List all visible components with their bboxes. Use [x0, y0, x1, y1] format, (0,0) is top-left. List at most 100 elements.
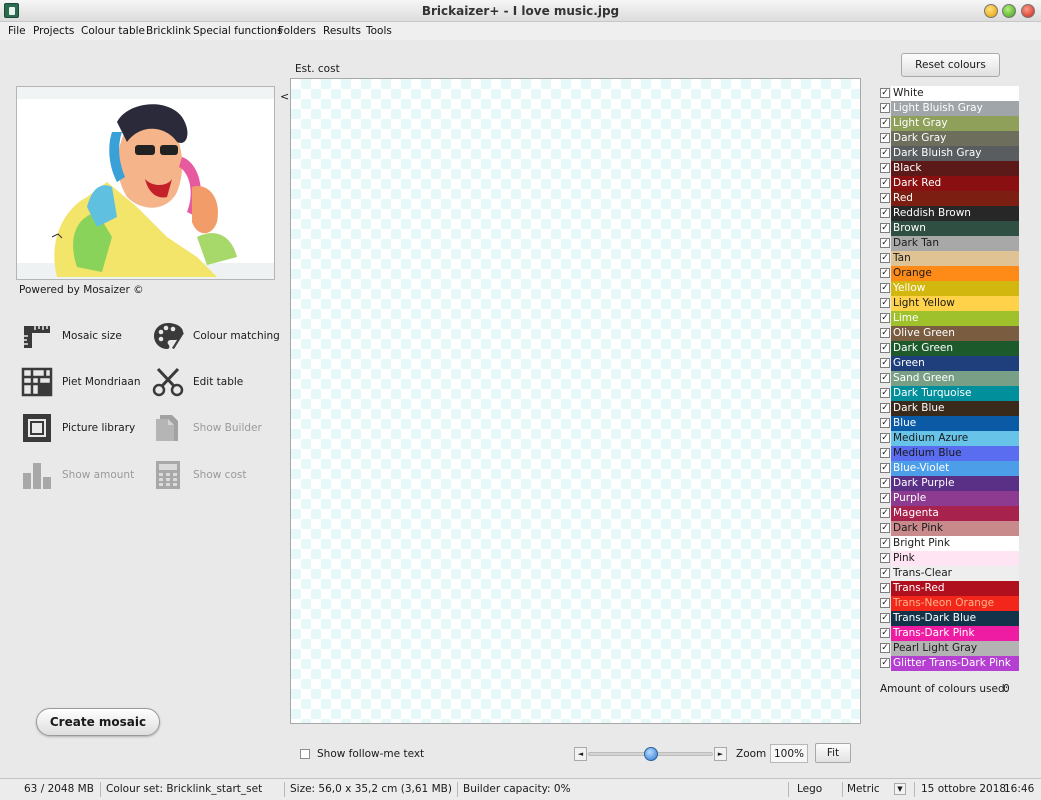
colour-swatch-label[interactable]: Green: [891, 356, 1019, 371]
zoom-slider[interactable]: ◄ ►: [574, 747, 727, 761]
colour-swatch-label[interactable]: Pearl Light Gray: [891, 641, 1019, 656]
colour-checkbox[interactable]: ✓: [880, 403, 890, 413]
colour-checkbox[interactable]: ✓: [880, 313, 890, 323]
colour-checkbox[interactable]: ✓: [880, 193, 890, 203]
colour-checkbox[interactable]: ✓: [880, 568, 890, 578]
colour-checkbox[interactable]: ✓: [880, 223, 890, 233]
colour-row[interactable]: ✓ Pink: [878, 551, 1019, 566]
colour-row[interactable]: ✓ Dark Bluish Gray: [878, 146, 1019, 161]
colour-row[interactable]: ✓ Dark Turquoise: [878, 386, 1019, 401]
menu-file[interactable]: File: [8, 25, 26, 37]
colour-swatch-label[interactable]: Trans-Dark Blue: [891, 611, 1019, 626]
colour-swatch-label[interactable]: Dark Turquoise: [891, 386, 1019, 401]
colour-checkbox[interactable]: ✓: [880, 448, 890, 458]
colour-checkbox[interactable]: ✓: [880, 388, 890, 398]
colour-checkbox[interactable]: ✓: [880, 553, 890, 563]
colour-swatch-label[interactable]: Pink: [891, 551, 1019, 566]
colour-swatch-label[interactable]: Light Gray: [891, 116, 1019, 131]
colour-checkbox[interactable]: ✓: [880, 598, 890, 608]
follow-me-checkbox[interactable]: [300, 749, 310, 759]
colour-swatch-label[interactable]: Dark Gray: [891, 131, 1019, 146]
create-mosaic-button[interactable]: Create mosaic: [36, 708, 160, 736]
colour-row[interactable]: ✓ White: [878, 86, 1019, 101]
colour-checkbox[interactable]: ✓: [880, 658, 890, 668]
colour-matching-button[interactable]: Colour matching: [152, 320, 280, 352]
colour-row[interactable]: ✓ Dark Purple: [878, 476, 1019, 491]
collapse-panel-button[interactable]: <: [280, 90, 289, 103]
colour-row[interactable]: ✓ Light Gray: [878, 116, 1019, 131]
colour-swatch-label[interactable]: Lime: [891, 311, 1019, 326]
minimize-button[interactable]: [984, 4, 998, 18]
colour-row[interactable]: ✓ Magenta: [878, 506, 1019, 521]
colour-checkbox[interactable]: ✓: [880, 178, 890, 188]
colour-row[interactable]: ✓ Trans-Neon Orange: [878, 596, 1019, 611]
colour-checkbox[interactable]: ✓: [880, 373, 890, 383]
units-select[interactable]: Metric: [847, 783, 880, 795]
colour-swatch-label[interactable]: Trans-Neon Orange: [891, 596, 1019, 611]
show-builder-button[interactable]: Show Builder: [152, 412, 262, 444]
colour-swatch-label[interactable]: White: [891, 86, 1019, 101]
colour-checkbox[interactable]: ✓: [880, 208, 890, 218]
colour-row[interactable]: ✓ Olive Green: [878, 326, 1019, 341]
colour-checkbox[interactable]: ✓: [880, 163, 890, 173]
colour-swatch-label[interactable]: Light Yellow: [891, 296, 1019, 311]
units-dropdown-arrow[interactable]: ▼: [894, 783, 906, 795]
colour-swatch-label[interactable]: Tan: [891, 251, 1019, 266]
mosaic-canvas[interactable]: [290, 78, 861, 724]
colour-row[interactable]: ✓ Blue-Violet: [878, 461, 1019, 476]
menu-folders[interactable]: Folders: [278, 25, 316, 37]
colour-checkbox[interactable]: ✓: [880, 103, 890, 113]
colour-checkbox[interactable]: ✓: [880, 463, 890, 473]
colour-swatch-label[interactable]: Glitter Trans-Dark Pink: [891, 656, 1019, 671]
colour-swatch-label[interactable]: Olive Green: [891, 326, 1019, 341]
maximize-button[interactable]: [1002, 4, 1016, 18]
colour-checkbox[interactable]: ✓: [880, 418, 890, 428]
close-button[interactable]: [1021, 4, 1035, 18]
show-amount-button[interactable]: Show amount: [21, 459, 134, 491]
colour-row[interactable]: ✓ Medium Blue: [878, 446, 1019, 461]
colour-row[interactable]: ✓ Brown: [878, 221, 1019, 236]
colour-checkbox[interactable]: ✓: [880, 88, 890, 98]
show-cost-button[interactable]: Show cost: [152, 459, 252, 491]
colour-checkbox[interactable]: ✓: [880, 583, 890, 593]
colour-swatch-label[interactable]: Reddish Brown: [891, 206, 1019, 221]
colour-checkbox[interactable]: ✓: [880, 133, 890, 143]
zoom-increase-arrow[interactable]: ►: [714, 747, 727, 761]
colour-checkbox[interactable]: ✓: [880, 118, 890, 128]
colour-row[interactable]: ✓ Dark Green: [878, 341, 1019, 356]
colour-row[interactable]: ✓ Purple: [878, 491, 1019, 506]
colour-row[interactable]: ✓ Dark Pink: [878, 521, 1019, 536]
colour-row[interactable]: ✓ Sand Green: [878, 371, 1019, 386]
colour-swatch-label[interactable]: Blue: [891, 416, 1019, 431]
colour-swatch-label[interactable]: Purple: [891, 491, 1019, 506]
colour-swatch-label[interactable]: Trans-Clear: [891, 566, 1019, 581]
colour-row[interactable]: ✓ Trans-Clear: [878, 566, 1019, 581]
colour-checkbox[interactable]: ✓: [880, 493, 890, 503]
colour-checkbox[interactable]: ✓: [880, 283, 890, 293]
colour-swatch-label[interactable]: Dark Tan: [891, 236, 1019, 251]
colour-checkbox[interactable]: ✓: [880, 478, 890, 488]
colour-checkbox[interactable]: ✓: [880, 538, 890, 548]
colour-swatch-label[interactable]: Dark Green: [891, 341, 1019, 356]
menu-colour-table[interactable]: Colour table: [81, 25, 145, 37]
menu-results[interactable]: Results: [323, 25, 361, 37]
colour-swatch-label[interactable]: Dark Red: [891, 176, 1019, 191]
colour-swatch-label[interactable]: Blue-Violet: [891, 461, 1019, 476]
colour-swatch-label[interactable]: Medium Blue: [891, 446, 1019, 461]
menu-projects[interactable]: Projects: [33, 25, 74, 37]
colour-swatch-label[interactable]: Dark Bluish Gray: [891, 146, 1019, 161]
piet-mondriaan-button[interactable]: Piet Mondriaan: [21, 366, 141, 398]
colour-row[interactable]: ✓ Blue: [878, 416, 1019, 431]
colour-checkbox[interactable]: ✓: [880, 268, 890, 278]
colour-row[interactable]: ✓ Reddish Brown: [878, 206, 1019, 221]
colour-row[interactable]: ✓ Medium Azure: [878, 431, 1019, 446]
fit-button[interactable]: Fit: [815, 743, 851, 763]
colour-row[interactable]: ✓ Pearl Light Gray: [878, 641, 1019, 656]
colour-row[interactable]: ✓ Glitter Trans-Dark Pink: [878, 656, 1019, 671]
colour-swatch-label[interactable]: Light Bluish Gray: [891, 101, 1019, 116]
colour-checkbox[interactable]: ✓: [880, 298, 890, 308]
colour-row[interactable]: ✓ Dark Blue: [878, 401, 1019, 416]
colour-checkbox[interactable]: ✓: [880, 238, 890, 248]
colour-checkbox[interactable]: ✓: [880, 508, 890, 518]
mosaic-size-button[interactable]: Mosaic size: [21, 320, 131, 352]
